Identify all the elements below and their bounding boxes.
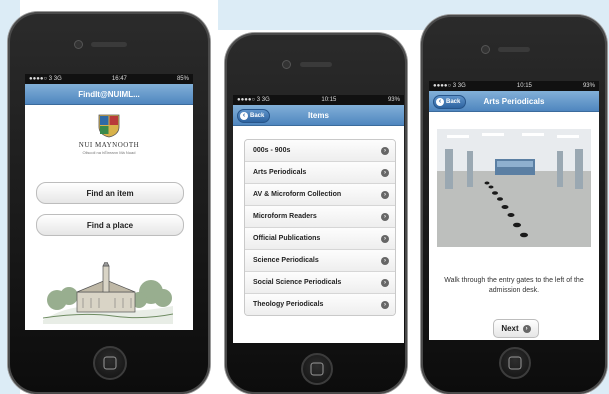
back-arrow-icon: ‹ (436, 98, 444, 106)
camera (282, 60, 291, 69)
next-button[interactable]: Next › (493, 319, 539, 338)
list-item[interactable]: AV & Microform Collection › (245, 184, 395, 206)
screen-2: ●●●●○ 3 3G 10:15 93% ‹ Back Items 000s -… (233, 95, 404, 343)
list-item[interactable]: Social Science Periodicals › (245, 272, 395, 294)
page-title: FindIt@NUIML... (78, 89, 140, 99)
speaker (498, 47, 530, 52)
status-bar: ●●●●○ 3 3G 10:15 93% (233, 95, 404, 105)
back-label: Back (250, 113, 265, 119)
battery-text: 85% (176, 76, 189, 82)
page-title: Arts Periodicals (483, 96, 545, 106)
battery-text: 93% (387, 97, 400, 103)
phone-1: ●●●●○ 3 3G 16:47 85% FindIt@NUIML... NUI… (8, 12, 210, 394)
status-bar: ●●●●○ 3 3G 16:47 85% (25, 74, 193, 84)
items-list: 000s - 900s › Arts Periodicals › AV & Micr… (244, 139, 396, 316)
nav-bar: FindIt@NUIML... (25, 84, 193, 105)
chevron-right-icon: › (381, 212, 389, 221)
library-entrance-photo (437, 129, 591, 247)
carrier-text: ●●●●○ 3 3G (237, 97, 270, 103)
phone-2: ●●●●○ 3 3G 10:15 93% ‹ Back Items 000s -… (225, 33, 407, 394)
screen-3: ●●●●○ 3 3G 10:15 93% ‹ Back Arts Periodi… (429, 81, 599, 340)
chevron-right-icon: › (381, 234, 389, 243)
speaker (300, 62, 332, 67)
logo-text: NUI MAYNOOTH (78, 141, 140, 149)
speaker (91, 42, 127, 47)
find-item-button[interactable]: Find an item (36, 182, 184, 204)
page-title: Items (308, 110, 329, 120)
back-arrow-icon: ‹ (240, 112, 248, 120)
back-button[interactable]: ‹ Back (433, 95, 467, 109)
home-button[interactable] (93, 346, 127, 380)
chevron-right-icon: › (381, 256, 389, 265)
list-item[interactable]: Science Periodicals › (245, 250, 395, 272)
back-label: Back (446, 99, 461, 105)
home-button[interactable] (301, 353, 333, 385)
list-item[interactable]: 000s - 900s › (245, 140, 395, 162)
phone-3: ●●●●○ 3 3G 10:15 93% ‹ Back Arts Periodi… (421, 15, 607, 394)
back-button[interactable]: ‹ Back (237, 109, 271, 123)
next-label: Next (501, 324, 519, 333)
carrier-text: ●●●●○ 3 3G (433, 83, 466, 89)
list-item[interactable]: Official Publications › (245, 228, 395, 250)
nav-bar: ‹ Back Arts Periodicals (429, 91, 599, 112)
chevron-right-icon: › (381, 278, 389, 287)
camera (481, 45, 490, 54)
chevron-right-icon: › (381, 146, 389, 155)
time-text: 10:15 (516, 83, 532, 89)
carrier-text: ●●●●○ 3 3G (29, 76, 62, 82)
camera (74, 40, 83, 49)
time-text: 10:15 (321, 97, 337, 103)
find-place-button[interactable]: Find a place (36, 214, 184, 236)
time-text: 16:47 (111, 76, 127, 82)
home-button[interactable] (499, 347, 531, 379)
list-item[interactable]: Microform Readers › (245, 206, 395, 228)
chevron-right-icon: › (381, 190, 389, 199)
chevron-right-icon: › (381, 300, 389, 309)
instruction-text: Walk through the entry gates to the left… (444, 277, 584, 294)
list-item[interactable]: Arts Periodicals › (245, 162, 395, 184)
chevron-right-icon: › (381, 168, 389, 177)
battery-text: 93% (582, 83, 595, 89)
campus-sketch-image (43, 262, 173, 324)
nav-bar: ‹ Back Items (233, 105, 404, 126)
screen-1: ●●●●○ 3 3G 16:47 85% FindIt@NUIML... NUI… (25, 74, 193, 330)
status-bar: ●●●●○ 3 3G 10:15 93% (429, 81, 599, 91)
university-crest-icon (98, 114, 120, 138)
chevron-right-icon: › (522, 324, 531, 333)
list-item[interactable]: Theology Periodicals › (245, 294, 395, 315)
logo-subtext: Ollscoil na hÉireann Má Nuad (82, 150, 136, 155)
